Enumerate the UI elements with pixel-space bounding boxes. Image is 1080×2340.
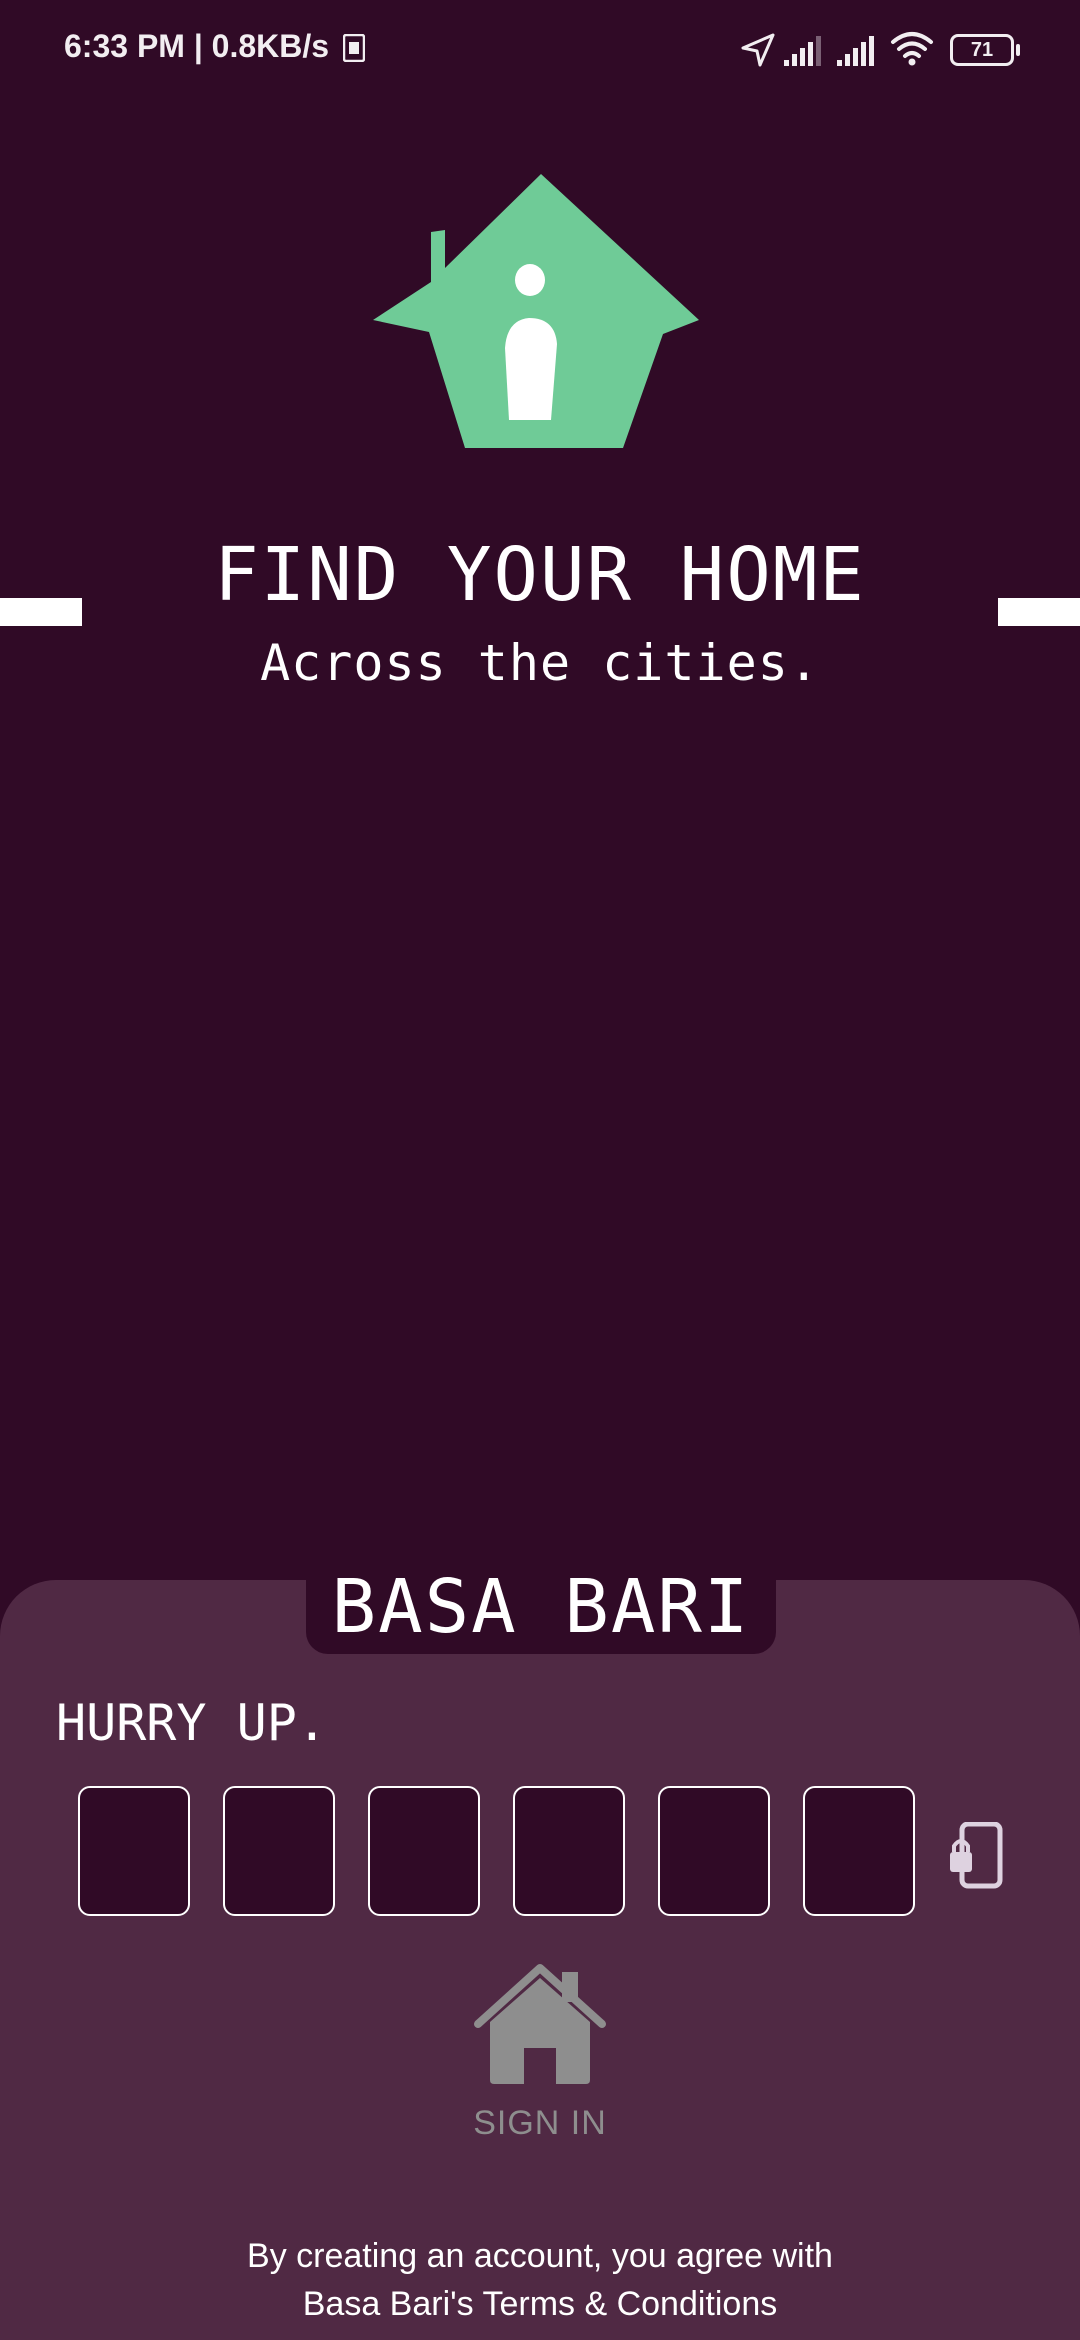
terms-link[interactable]: Basa Bari's Terms & Conditions (0, 2280, 1080, 2328)
hero-subtitle: Across the cities. (260, 634, 820, 692)
location-arrow-icon (741, 33, 775, 67)
battery-icon: 71 (950, 34, 1020, 66)
phone-lock-icon[interactable] (948, 1822, 1004, 1890)
otp-digit-4[interactable] (513, 1786, 625, 1916)
otp-digit-5[interactable] (658, 1786, 770, 1916)
otp-digit-6[interactable] (803, 1786, 915, 1916)
sign-in-button[interactable]: SIGN IN (0, 2104, 1080, 2143)
signal-1-icon (784, 36, 821, 66)
otp-digit-3[interactable] (368, 1786, 480, 1916)
terms-line-1: By creating an account, you agree with (247, 2237, 833, 2275)
hurry-up-label: HURRY UP. (56, 1694, 327, 1752)
battery-level: 71 (970, 39, 994, 61)
terms-text: By creating an account, you agree with B… (0, 2232, 1080, 2328)
signal-2-icon (837, 36, 874, 66)
brand-title: BASA BARI (331, 1564, 751, 1650)
sign-in-home-icon[interactable] (474, 1962, 606, 2086)
wifi-icon (891, 32, 933, 66)
hero-title: FIND YOUR HOME (214, 532, 866, 618)
status-bar: 6:33 PM | 0.8KB/s 71 (0, 0, 1080, 100)
otp-digit-1[interactable] (78, 1786, 190, 1916)
house-logo-icon (373, 174, 699, 448)
sim-card-icon (343, 34, 365, 62)
status-time-speed: 6:33 PM | 0.8KB/s (64, 28, 330, 64)
otp-digit-2[interactable] (223, 1786, 335, 1916)
